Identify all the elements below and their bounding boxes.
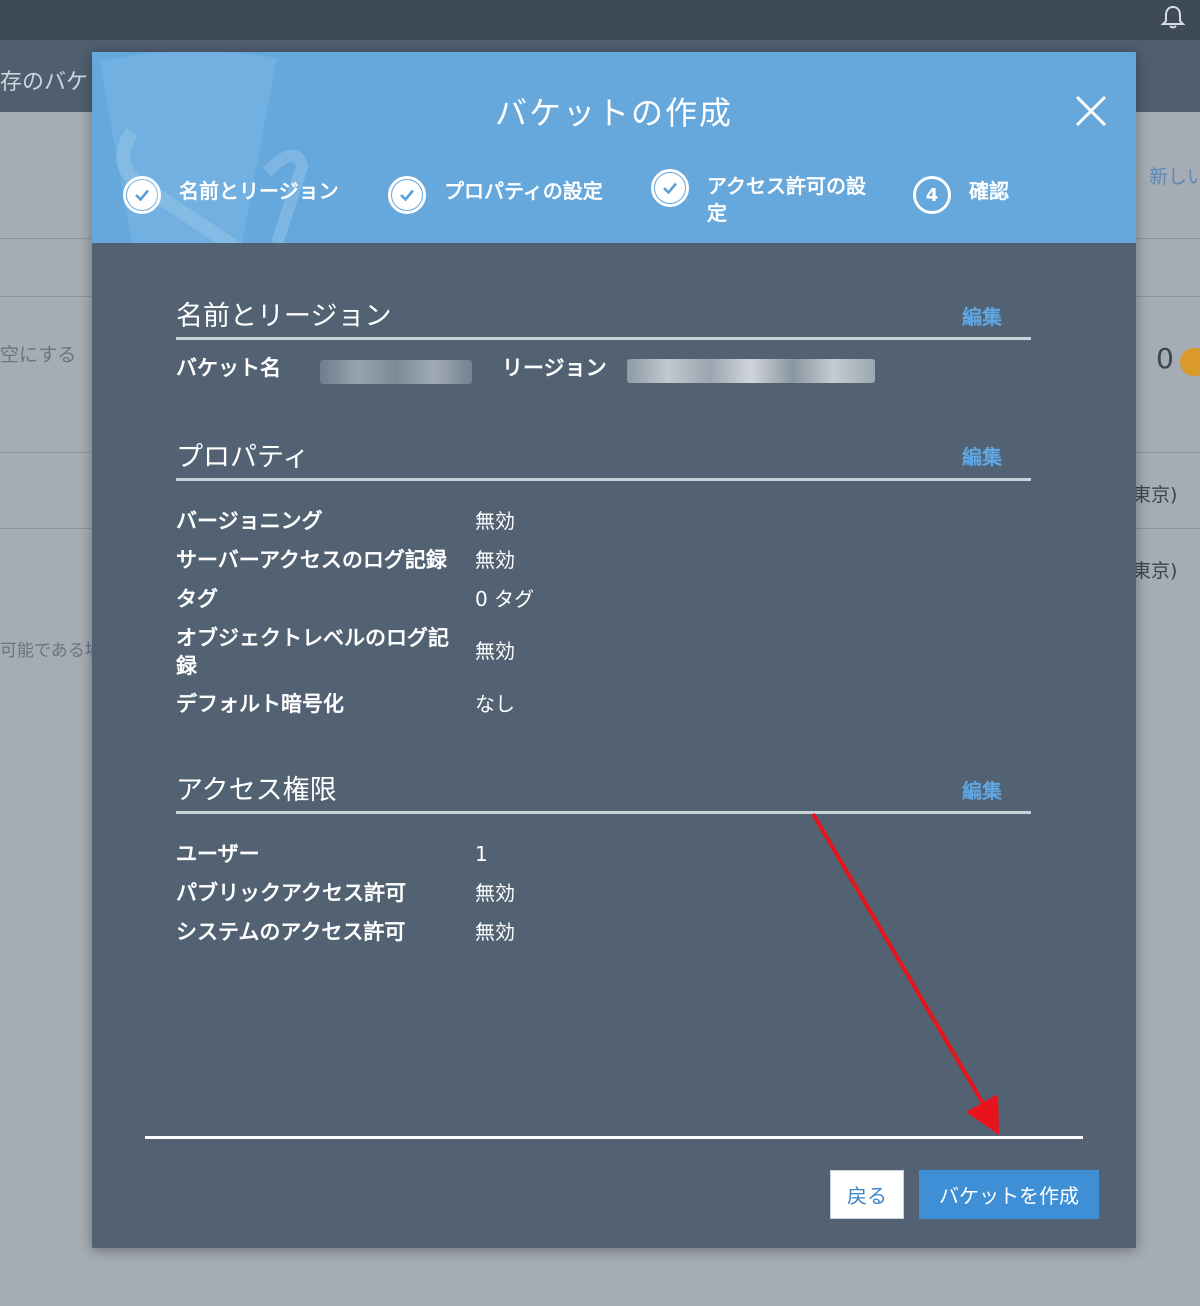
background-count: 0 [1156,342,1174,375]
section-divider [176,478,1031,481]
section-divider [176,811,1031,814]
step-label: 名前とリージョン [179,179,339,203]
tags-label: タグ [176,587,218,611]
bucket-illustration [100,52,309,243]
footer-divider [145,1136,1083,1139]
background-new-link[interactable]: 新しい [1149,162,1200,189]
step-name-region[interactable]: 名前とリージョン [123,176,339,214]
server-access-logging-value: 無効 [475,548,515,572]
system-access-value: 無効 [475,920,515,944]
system-access-label: システムのアクセス許可 [176,920,406,944]
bell-icon[interactable] [1160,4,1186,30]
step-number: 4 [925,184,939,206]
check-icon [400,189,414,202]
step-permissions[interactable]: アクセス許可の設 定 [651,169,866,227]
background-empty-button[interactable]: 空にする [0,340,76,367]
create-bucket-dialog: バケットの作成 名前とリージョン プロパティの設定 アクセス許可の設 定 4 確… [92,52,1136,1248]
background-toggle[interactable] [1180,348,1200,376]
step-complete-badge [388,176,426,214]
create-bucket-button[interactable]: バケットを作成 [919,1170,1099,1219]
back-button[interactable]: 戻る [830,1170,904,1219]
label-line: オブジェクトレベルのログ記 [176,626,449,650]
versioning-value: 無効 [475,509,515,533]
bucket-name-value-redacted [320,360,472,384]
users-label: ユーザー [176,842,260,866]
public-access-value: 無効 [475,881,515,905]
step-number-badge: 4 [913,176,951,214]
section-divider [176,337,1031,340]
check-icon [663,182,677,195]
step-properties[interactable]: プロパティの設定 [388,176,603,214]
default-encryption-label: デフォルト暗号化 [176,692,344,716]
step-label-line: アクセス許可の設 [707,174,866,198]
dialog-header: バケットの作成 名前とリージョン プロパティの設定 アクセス許可の設 定 4 確… [92,52,1136,243]
step-label: プロパティの設定 [444,179,603,203]
label-line: 録 [176,654,197,678]
section-title-name-region: 名前とリージョン [176,301,392,332]
step-label-line: 定 [707,201,727,225]
section-title-access: アクセス権限 [176,775,337,806]
top-navigation-bar [0,0,1200,40]
step-review[interactable]: 4 確認 [913,176,1009,214]
edit-access-link[interactable]: 編集 [962,775,1002,804]
versioning-label: バージョニング [176,509,323,533]
region-value-redacted [627,359,875,383]
region-label: リージョン [502,356,607,380]
bucket-name-label: バケット名 [176,356,281,380]
default-encryption-value: なし [475,692,515,716]
step-label: アクセス許可の設 定 [707,169,866,227]
check-icon [135,189,149,202]
object-level-logging-value: 無効 [475,639,515,663]
background-note: 可能である場 [0,641,102,661]
close-icon[interactable] [1074,94,1108,128]
step-complete-badge [123,176,161,214]
server-access-logging-label: サーバーアクセスのログ記録 [176,548,447,572]
dialog-title: バケットの作成 [494,94,733,132]
step-label: 確認 [969,179,1009,203]
public-access-label: パブリックアクセス許可 [176,881,406,905]
users-value: 1 [475,842,488,866]
background-region-cell: 東京) [1132,560,1178,582]
background-region-cell: 東京) [1132,484,1178,506]
object-level-logging-label: オブジェクトレベルのログ記 録 [176,624,449,680]
edit-name-region-link[interactable]: 編集 [962,301,1002,330]
section-title-properties: プロパティ [176,442,310,473]
tags-value: 0 タグ [475,587,535,611]
edit-properties-link[interactable]: 編集 [962,441,1002,470]
step-complete-badge [651,169,689,207]
